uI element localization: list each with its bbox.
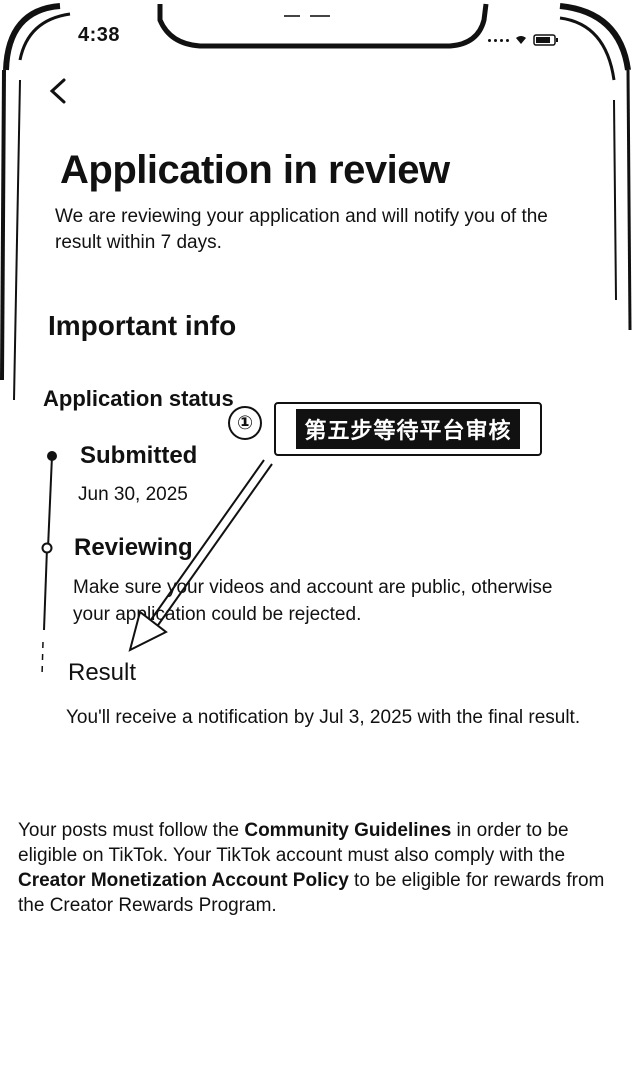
step-reviewing-text: Make sure your videos and account are pu… bbox=[73, 577, 553, 625]
footer-policy-text: Your posts must follow the Community Gui… bbox=[18, 818, 630, 918]
community-guidelines-link[interactable]: Community Guidelines bbox=[244, 820, 451, 841]
application-status-heading: Application status bbox=[43, 386, 234, 411]
status-time: 4:38 bbox=[78, 24, 121, 46]
back-button[interactable] bbox=[44, 76, 74, 106]
creator-monetization-policy-link[interactable]: Creator Monetization Account Policy bbox=[18, 870, 349, 891]
step-reviewing-dot bbox=[41, 542, 53, 554]
page-subtitle: We are reviewing your application and wi… bbox=[55, 206, 548, 253]
step-result-text: You'll receive a notification by Jul 3, … bbox=[66, 707, 581, 728]
status-icons bbox=[488, 34, 559, 46]
important-info-heading: Important info bbox=[48, 310, 237, 341]
chevron-left-icon bbox=[49, 78, 66, 104]
wifi-icon bbox=[516, 36, 526, 44]
step-submitted-date: Jun 30, 2025 bbox=[78, 484, 188, 505]
page-title: Application in review bbox=[60, 148, 450, 192]
battery-icon bbox=[533, 34, 558, 46]
step-reviewing-title: Reviewing bbox=[74, 534, 193, 561]
footer-text-part: Your posts must follow the bbox=[18, 820, 245, 841]
signal-icon bbox=[488, 38, 509, 42]
annotation-label: 第五步等待平台审核 bbox=[296, 409, 520, 449]
step-submitted-dot bbox=[47, 451, 57, 461]
step-result-title: Result bbox=[68, 659, 137, 686]
step-submitted-title: Submitted bbox=[80, 442, 198, 469]
annotation-number-badge: ① bbox=[228, 406, 262, 440]
annotation-callout: 第五步等待平台审核 bbox=[274, 402, 542, 456]
